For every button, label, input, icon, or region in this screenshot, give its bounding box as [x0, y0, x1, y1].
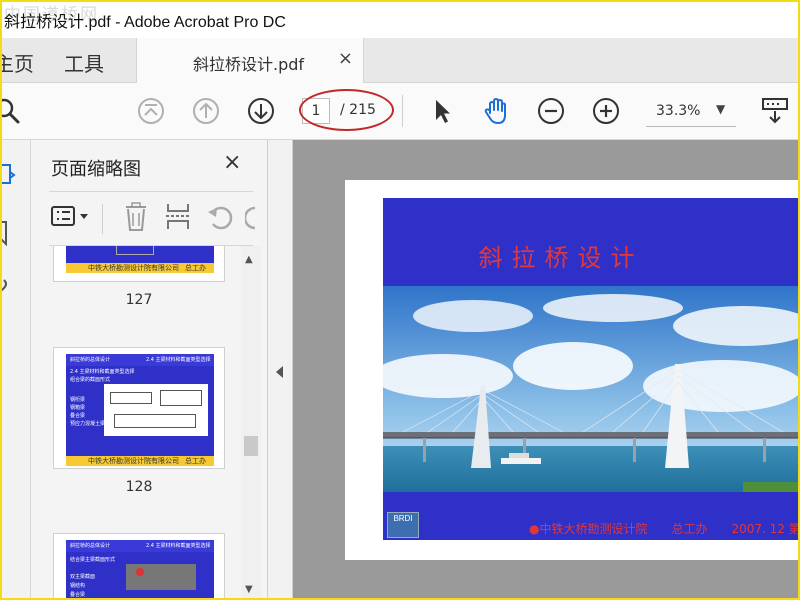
- thumb-header-left: 斜拉桥的总体设计: [70, 357, 111, 363]
- toolbar: 1 / 215 33.3% ▼: [0, 83, 800, 140]
- zoom-in-icon[interactable]: [591, 96, 621, 126]
- thumb-items: 结合梁主梁截面形式 双主梁截面 钢结构 叠合梁: [70, 556, 115, 600]
- thumb-item: 预应力混凝土梁: [70, 421, 106, 427]
- thumbnail-page-number: 127: [125, 292, 153, 308]
- slide-title: 斜拉桥设计: [478, 244, 644, 272]
- thumb-item: 钢结构: [70, 583, 86, 589]
- thumb-item: 钢桁梁: [70, 397, 86, 403]
- thumb-drawing-part: [160, 390, 202, 406]
- thumb-slide-bg: 斜拉桥的总体设计 2.4 主梁材料和截面类型选择 2.4 主梁材料和截面类型选择…: [66, 354, 214, 466]
- zoom-select[interactable]: 33.3% ▼: [646, 96, 736, 127]
- thumbnail-options-icon[interactable]: [49, 200, 95, 234]
- zoom-value: 33.3%: [656, 103, 701, 119]
- thumbnail-scrollbar[interactable]: ▲ ▼: [241, 246, 261, 600]
- rotate-cw-icon[interactable]: [245, 200, 257, 234]
- rotate-ccw-icon[interactable]: [205, 200, 235, 234]
- thumb-drawing-part: [110, 392, 152, 404]
- panel-divider: [49, 191, 253, 192]
- panel-collapse-handle[interactable]: [268, 140, 293, 600]
- thumb-body-title: 2.4 主梁材料和截面类型选择: [70, 369, 135, 375]
- tab-tools[interactable]: 工具: [64, 48, 104, 77]
- scrollbar-thumb[interactable]: [244, 436, 258, 456]
- close-panel-icon[interactable]: ×: [223, 150, 241, 175]
- thumb-items: 钢桁梁 钢箱梁 叠合梁 预应力混凝土梁: [70, 396, 105, 428]
- thumb-footer: 中铁大桥勘测设计院有限公司 总工办: [66, 456, 214, 466]
- thumb-item: 钢箱梁: [70, 405, 86, 411]
- thumbnail-page-129[interactable]: 斜拉桥的总体设计 2.4 主梁材料和截面类型选择 结合梁主梁截面形式 双主梁截面…: [53, 533, 225, 600]
- select-arrow-icon[interactable]: [426, 96, 456, 126]
- thumb-item: 结合梁主梁截面形式: [70, 557, 116, 563]
- keyboard-scroll-icon[interactable]: [760, 96, 790, 126]
- thumb-footer: 中铁大桥勘测设计院有限公司 总工办: [66, 263, 214, 273]
- search-icon[interactable]: [0, 96, 24, 126]
- thumb-item: 双主梁截面: [70, 574, 96, 580]
- thumb-slide-bg: 中铁大桥勘测设计院有限公司 总工办: [66, 246, 214, 273]
- tab-bar: 主页 工具 斜拉桥设计.pdf ×: [0, 38, 800, 83]
- toolbar-divider: [402, 95, 403, 127]
- thumb-item: 叠合梁: [70, 413, 86, 419]
- thumb-photo-detail: [136, 568, 144, 576]
- close-tab-icon[interactable]: ×: [338, 48, 353, 69]
- brdi-logo-text: BRDI: [393, 514, 413, 523]
- thumbnail-list: 中铁大桥勘测设计院有限公司 总工办 127 斜拉桥的总体设计 2.4 主梁材料和…: [31, 246, 267, 600]
- panel-title: 页面缩略图: [51, 159, 141, 180]
- brdi-logo: BRDI: [387, 512, 419, 538]
- thumb-item: 叠合梁: [70, 592, 86, 598]
- thumb-slide-bg: 斜拉桥的总体设计 2.4 主梁材料和截面类型选择 结合梁主梁截面形式 双主梁截面…: [66, 540, 214, 600]
- tab-document-label: 斜拉桥设计.pdf: [193, 55, 305, 74]
- bookmark-icon[interactable]: [0, 220, 14, 246]
- slide: 斜拉桥设计 BRDI ●中铁大桥勘测设计院 总工办 2007. 12 第: [383, 198, 800, 540]
- thumb-footer-left: 中铁大桥勘测设计院有限公司: [88, 264, 179, 272]
- thumb-body-sub: 组合梁的截面形式: [70, 377, 111, 383]
- panel-toolbar-divider: [102, 204, 103, 234]
- zoom-out-icon[interactable]: [536, 96, 566, 126]
- thumb-diagram: [116, 246, 154, 255]
- tab-document[interactable]: 斜拉桥设计.pdf ×: [136, 38, 364, 83]
- extract-pages-icon[interactable]: [163, 200, 193, 234]
- chevron-down-icon: ▼: [716, 102, 726, 116]
- pdf-page: 斜拉桥设计 BRDI ●中铁大桥勘测设计院 总工办 2007. 12 第: [345, 180, 800, 560]
- thumb-header-right: 2.4 主梁材料和截面类型选择: [146, 357, 211, 363]
- scroll-up-icon[interactable]: ▲: [245, 254, 253, 265]
- thumb-header: 斜拉桥的总体设计 2.4 主梁材料和截面类型选择: [66, 354, 214, 366]
- bridge-photo: [383, 286, 800, 492]
- highlight-ellipse: [299, 89, 394, 131]
- thumb-header-left: 斜拉桥的总体设计: [70, 543, 111, 549]
- thumbnail-page-128[interactable]: 斜拉桥的总体设计 2.4 主梁材料和截面类型选择 2.4 主梁材料和截面类型选择…: [53, 347, 225, 469]
- thumb-drawing-part: [114, 414, 196, 428]
- thumbnail-page-127[interactable]: 中铁大桥勘测设计院有限公司 总工办: [53, 246, 225, 282]
- thumb-header-right: 2.4 主梁材料和截面类型选择: [146, 543, 211, 549]
- thumb-footer-left: 中铁大桥勘测设计院有限公司: [88, 457, 179, 465]
- next-page-icon[interactable]: [246, 96, 276, 126]
- prev-page-icon[interactable]: [191, 96, 221, 126]
- thumbnail-page-number: 128: [125, 479, 153, 495]
- document-view[interactable]: 斜拉桥设计 BRDI ●中铁大桥勘测设计院 总工办 2007. 12 第: [293, 140, 800, 600]
- attachment-icon[interactable]: [0, 276, 12, 302]
- thumb-footer-right: 总工办: [185, 264, 206, 272]
- slide-footer: ●中铁大桥勘测设计院 总工办 2007. 12 第: [529, 522, 800, 536]
- hand-tool-icon[interactable]: [481, 96, 511, 126]
- title-bar: 中国道桥网 斜拉桥设计.pdf - Adobe Acrobat Pro DC: [0, 0, 800, 38]
- scroll-down-icon[interactable]: ▼: [245, 584, 253, 595]
- thumbnail-panel: 页面缩略图 × 中铁大桥勘测设计院有限公司 总工办 127 斜拉桥的总体设计 2…: [31, 140, 268, 600]
- window-title: 斜拉桥设计.pdf - Adobe Acrobat Pro DC: [4, 14, 286, 31]
- tab-home[interactable]: 主页: [0, 48, 34, 77]
- thumb-footer-right: 总工办: [185, 457, 206, 465]
- thumb-header: 斜拉桥的总体设计 2.4 主梁材料和截面类型选择: [66, 540, 214, 552]
- thumb-drawing: [104, 384, 208, 436]
- collapse-arrow-icon: [276, 366, 283, 378]
- delete-icon[interactable]: [121, 200, 151, 234]
- page-thumbnails-icon[interactable]: [0, 162, 16, 188]
- navigation-strip: [0, 140, 31, 600]
- prev-section-icon[interactable]: [136, 96, 166, 126]
- thumb-photo: [126, 564, 196, 590]
